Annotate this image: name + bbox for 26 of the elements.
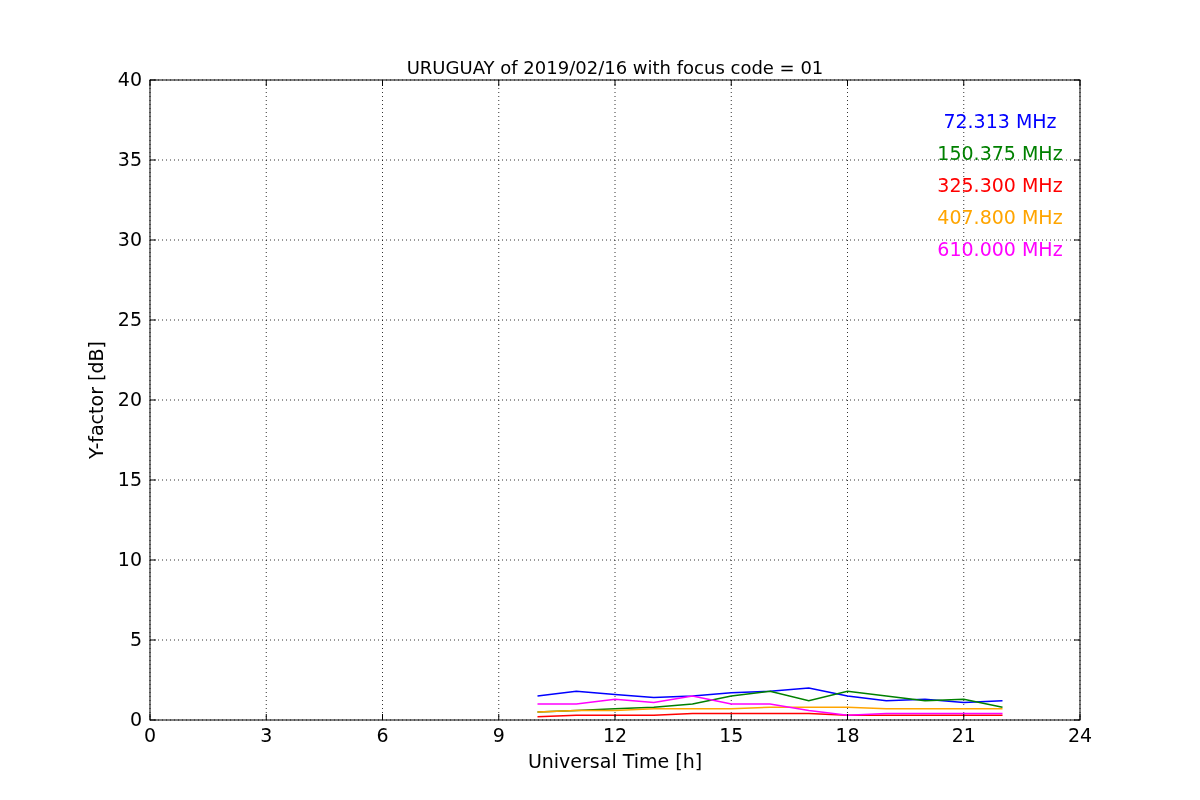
tick-label: 0 xyxy=(129,708,142,730)
legend-entry: 72.313 MHz xyxy=(943,110,1057,132)
tick-label: 18 xyxy=(835,724,860,746)
tick-label: 20 xyxy=(117,388,142,410)
tick-label: 3 xyxy=(260,724,273,746)
tick-label: 5 xyxy=(129,628,142,650)
legend-entry: 150.375 MHz xyxy=(937,142,1063,164)
tick-label: 9 xyxy=(492,724,505,746)
tick-label: 15 xyxy=(719,724,744,746)
legend-entry: 610.000 MHz xyxy=(937,238,1063,260)
x-axis-label: Universal Time [h] xyxy=(527,750,703,772)
legend-entry: 407.800 MHz xyxy=(937,206,1063,228)
legend-entry: 325.300 MHz xyxy=(937,174,1063,196)
tick-label: 40 xyxy=(117,68,142,90)
chart-title: URUGUAY of 2019/02/16 with focus code = 01 xyxy=(406,57,824,78)
tick-label: 24 xyxy=(1067,724,1093,746)
tick-label: 21 xyxy=(951,724,976,746)
y-axis-label: Y-factor [dB] xyxy=(85,341,107,459)
tick-label: 10 xyxy=(117,548,142,570)
tick-label: 30 xyxy=(117,228,142,250)
tick-label: 12 xyxy=(602,724,628,746)
tick-label: 6 xyxy=(376,724,389,746)
tick-label: 25 xyxy=(117,308,142,330)
tick-label: 15 xyxy=(117,468,142,490)
tick-label: 35 xyxy=(117,148,142,170)
tick-label: 0 xyxy=(143,724,157,746)
